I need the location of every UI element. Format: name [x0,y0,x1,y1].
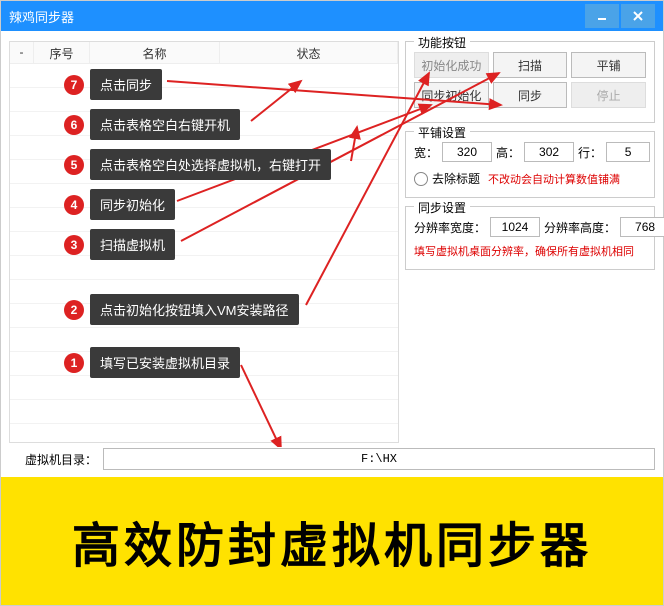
table-header: - 序号 名称 状态 [10,42,398,64]
callout-num-7: 7 [64,75,84,95]
window-title: 辣鸡同步器 [9,7,585,26]
callout-5: 5 点击表格空白处选择虚拟机，右键打开 [64,149,331,180]
callout-1: 1 填写已安装虚拟机目录 [64,347,240,378]
col-status: 状态 [220,42,398,63]
minimize-button[interactable] [585,4,619,28]
height-label: 高： [496,144,520,161]
callout-text-7: 点击同步 [90,69,162,100]
callout-num-4: 4 [64,195,84,215]
minimize-icon [596,10,608,22]
callout-text-5: 点击表格空白处选择虚拟机，右键打开 [90,149,331,180]
callout-text-4: 同步初始化 [90,189,175,220]
width-label: 宽： [414,144,438,161]
res-h-label: 分辨率高度： [544,219,616,236]
res-height-input[interactable] [620,217,664,237]
callout-7: 7 点击同步 [64,69,162,100]
table-row[interactable] [10,400,398,424]
banner: 高效防封虚拟机同步器 [1,477,663,605]
sync-settings-group: 同步设置 分辨率宽度： 分辨率高度： 填写虚拟机桌面分辨率，确保所有虚拟机相同 [405,206,655,270]
path-row: 虚拟机目录： [1,447,663,477]
res-w-label: 分辨率宽度： [414,219,486,236]
callout-num-1: 1 [64,353,84,373]
callout-num-5: 5 [64,155,84,175]
callout-text-3: 扫描虚拟机 [90,229,175,260]
function-buttons-group: 功能按钮 初始化成功 扫描 平铺 同步初始化 同步 停止 [405,41,655,123]
tile-width-input[interactable] [442,142,492,162]
callout-3: 3 扫描虚拟机 [64,229,175,260]
table-row[interactable] [10,376,398,400]
content-area: - 序号 名称 状态 [1,31,663,447]
close-button[interactable] [621,4,655,28]
sync-button[interactable]: 同步 [493,82,568,108]
callout-4: 4 同步初始化 [64,189,175,220]
col-seq: 序号 [34,42,90,63]
callout-text-6: 点击表格空白右键开机 [90,109,240,140]
callout-6: 6 点击表格空白右键开机 [64,109,240,140]
tile-rows-input[interactable] [606,142,650,162]
scan-button[interactable]: 扫描 [493,52,568,78]
strip-title-radio[interactable] [414,172,428,186]
tile-settings-group: 平铺设置 宽： 高： 行： 去除标题 不改动会自动计算数值铺满 [405,131,655,198]
path-label: 虚拟机目录： [25,451,97,468]
callout-num-3: 3 [64,235,84,255]
tile-group-title: 平铺设置 [414,124,470,141]
vm-path-input[interactable] [103,448,655,470]
strip-title-label: 去除标题 [432,170,480,187]
titlebar: 辣鸡同步器 [1,1,663,31]
tile-tip: 不改动会自动计算数值铺满 [488,171,620,187]
callout-num-6: 6 [64,115,84,135]
close-icon [632,10,644,22]
init-button[interactable]: 初始化成功 [414,52,489,78]
callout-text-2: 点击初始化按钮填入VM安装路径 [90,294,299,325]
callout-text-1: 填写已安装虚拟机目录 [90,347,240,378]
titlebar-controls [585,4,655,28]
callout-2: 2 点击初始化按钮填入VM安装路径 [64,294,299,325]
sync-group-title: 同步设置 [414,199,470,216]
banner-text: 高效防封虚拟机同步器 [72,506,592,576]
res-width-input[interactable] [490,217,540,237]
callout-num-2: 2 [64,300,84,320]
rows-label: 行： [578,144,602,161]
app-window: 辣鸡同步器 - 序号 名称 状态 [0,0,664,606]
function-group-title: 功能按钮 [414,34,470,51]
sync-tip: 填写虚拟机桌面分辨率，确保所有虚拟机相同 [414,243,646,259]
col-name: 名称 [90,42,220,63]
right-pane: 功能按钮 初始化成功 扫描 平铺 同步初始化 同步 停止 平铺设置 宽： 高： [405,41,655,443]
stop-button: 停止 [571,82,646,108]
tile-height-input[interactable] [524,142,574,162]
col-dash: - [10,42,34,63]
tile-button[interactable]: 平铺 [571,52,646,78]
sync-init-button[interactable]: 同步初始化 [414,82,489,108]
